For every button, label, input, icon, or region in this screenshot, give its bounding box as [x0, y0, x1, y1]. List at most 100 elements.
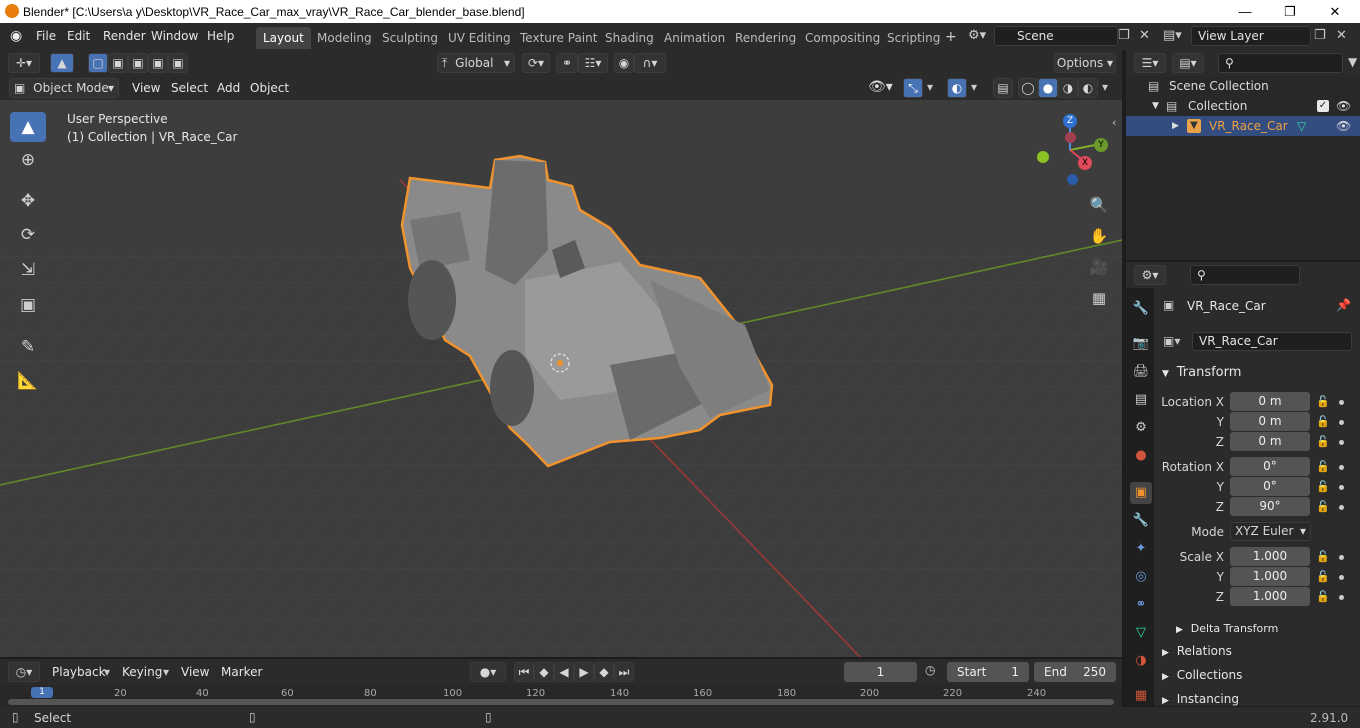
visibility-icon[interactable]: 👁▾ [868, 79, 893, 95]
gizmo-neg-z-icon[interactable] [1067, 174, 1078, 185]
rotation-z-field[interactable]: 90° [1230, 497, 1310, 516]
exclude-checkbox[interactable]: ✓ [1317, 100, 1329, 112]
scene-icon[interactable]: ⚙▾ [968, 28, 986, 43]
select-mode-subtract-icon[interactable]: ▣ [128, 53, 148, 73]
menu-timeline-view[interactable]: View [181, 665, 209, 679]
menu-edit[interactable]: Edit [67, 29, 90, 43]
transform-tool-icon[interactable]: ▣ [10, 290, 46, 320]
shading-dropdown-icon[interactable]: ▾ [1102, 80, 1108, 94]
particles-tab-icon[interactable]: ✦ [1130, 538, 1152, 560]
measure-tool-icon[interactable]: 📐 [10, 366, 46, 396]
properties-editor-type-icon[interactable]: ⚙▾ [1134, 265, 1166, 285]
view-layer-field[interactable]: View Layer [1191, 26, 1311, 46]
options-dropdown[interactable]: Options ▾ [1054, 53, 1116, 73]
3d-viewport[interactable]: User Perspective (1) Collection | VR_Rac… [0, 100, 1122, 657]
move-tool-icon[interactable]: ✥ [10, 186, 46, 216]
timeline-scrollbar[interactable] [8, 699, 1114, 705]
timeline-ruler[interactable]: 1 20 40 60 80 100 120 140 160 180 200 22… [0, 685, 1122, 707]
rotation-y-field[interactable]: 0° [1230, 477, 1310, 496]
outliner-row-vr-race-car[interactable]: ▶ ▼ VR_Race_Car ▽ 👁 [1126, 116, 1360, 136]
menu-file[interactable]: File [36, 29, 56, 43]
jump-end-icon[interactable]: ⏭ [614, 662, 634, 682]
gizmo-dropdown-icon[interactable]: ▾ [927, 80, 933, 94]
copy-view-layer-icon[interactable]: ❐ [1314, 28, 1326, 43]
overlay-dropdown-icon[interactable]: ▾ [971, 80, 977, 94]
remove-scene-icon[interactable]: ✕ [1139, 28, 1150, 43]
editor-type-icon[interactable]: ✛▾ [8, 53, 40, 73]
select-mode-invert-icon[interactable]: ▣ [148, 53, 168, 73]
view-layer-tab-icon[interactable]: ▤ [1130, 389, 1152, 411]
location-z-field[interactable]: 0 m [1230, 432, 1310, 451]
menu-view[interactable]: View [132, 81, 160, 95]
data-tab-icon[interactable]: ▽ [1130, 622, 1152, 644]
relations-panel-header[interactable]: ▶ Relations [1162, 644, 1232, 658]
eye-icon[interactable]: 👁 [1336, 116, 1351, 136]
auto-keying-icon[interactable]: ●▾ [470, 662, 506, 682]
tab-scripting[interactable]: Scripting [880, 27, 947, 49]
jump-start-icon[interactable]: ⏮ [514, 662, 534, 682]
scene-tab-icon[interactable]: ⚙ [1130, 417, 1152, 439]
scene-name-field[interactable]: Scene [994, 26, 1118, 46]
wireframe-shading-icon[interactable]: ◯ [1018, 78, 1038, 98]
lock-icon[interactable]: 🔓 [1316, 395, 1330, 408]
render-tab-icon[interactable]: 📷 [1130, 333, 1152, 355]
tool-tab-icon[interactable]: 🔧 [1130, 298, 1152, 320]
select-box-tool-icon[interactable]: ▲ [10, 112, 46, 142]
select-mode-extend-icon[interactable]: ▣ [108, 53, 128, 73]
keyframe-dot-icon[interactable] [1339, 575, 1344, 580]
rotation-x-field[interactable]: 0° [1230, 457, 1310, 476]
jump-keyframe-back-icon[interactable]: ◆ [534, 662, 554, 682]
annotate-tool-icon[interactable]: ✎ [10, 332, 46, 362]
gizmo-neg-y-icon[interactable] [1037, 151, 1049, 163]
keyframe-dot-icon[interactable] [1339, 555, 1344, 560]
outliner-row-collection[interactable]: ▼ ▤ Collection ✓ 👁 [1126, 96, 1360, 116]
material-tab-icon[interactable]: ◑ [1130, 650, 1152, 672]
tab-modeling[interactable]: Modeling [310, 27, 379, 49]
keyframe-dot-icon[interactable] [1339, 440, 1344, 445]
timeline-editor-type-icon[interactable]: ◷▾ [8, 662, 40, 682]
overlay-toggle-icon[interactable]: ◐ [947, 78, 967, 98]
menu-object[interactable]: Object [250, 81, 289, 95]
output-tab-icon[interactable]: 🖨 [1130, 361, 1152, 383]
blender-menu-icon[interactable]: ◉ [10, 28, 22, 44]
tab-uv-editing[interactable]: UV Editing [441, 27, 518, 49]
menu-window[interactable]: Window [151, 29, 198, 43]
navigation-gizmo[interactable]: Z Y X [1030, 112, 1110, 192]
proportional-falloff-icon[interactable]: ∩▾ [634, 53, 666, 73]
lock-icon[interactable]: 🔓 [1316, 480, 1330, 493]
object-name-field[interactable]: VR_Race_Car [1192, 332, 1352, 351]
gizmo-y-icon[interactable]: Y [1094, 138, 1108, 152]
keyframe-dot-icon[interactable] [1339, 505, 1344, 510]
remove-view-layer-icon[interactable]: ✕ [1336, 28, 1347, 43]
keyframe-dot-icon[interactable] [1339, 595, 1344, 600]
lock-icon[interactable]: 🔓 [1316, 590, 1330, 603]
pivot-point-icon[interactable]: ⟳▾ [522, 53, 550, 73]
scale-tool-icon[interactable]: ⇲ [10, 255, 46, 285]
properties-search-input[interactable]: ⚲ [1190, 265, 1300, 285]
physics-tab-icon[interactable]: ◎ [1130, 566, 1152, 588]
select-tool-icon[interactable]: ▲ [50, 53, 74, 73]
scale-y-field[interactable]: 1.000 [1230, 567, 1310, 586]
mode-dropdown[interactable]: ▣ Object Mode ▾ [9, 78, 119, 98]
keyframe-dot-icon[interactable] [1339, 400, 1344, 405]
object-tab-icon[interactable]: ▣ [1130, 482, 1152, 504]
play-reverse-icon[interactable]: ◀ [554, 662, 574, 682]
tab-sculpting[interactable]: Sculpting [375, 27, 445, 49]
lock-icon[interactable]: 🔓 [1316, 460, 1330, 473]
outliner-row-scene-collection[interactable]: ▤ Scene Collection [1126, 76, 1360, 96]
menu-help[interactable]: Help [207, 29, 234, 43]
object-data-icon[interactable]: ▣▾ [1163, 334, 1180, 348]
maximize-button[interactable]: ❐ [1267, 2, 1313, 21]
tab-layout[interactable]: Layout [256, 27, 311, 49]
menu-select[interactable]: Select [171, 81, 208, 95]
minimize-button[interactable]: — [1222, 2, 1268, 21]
lock-icon[interactable]: 🔓 [1316, 500, 1330, 513]
scale-z-field[interactable]: 1.000 [1230, 587, 1310, 606]
transform-orientation-dropdown[interactable]: ⤒ Global ▾ [437, 53, 515, 73]
use-preview-range-icon[interactable]: ◷ [925, 663, 935, 677]
constraints-tab-icon[interactable]: ⚭ [1130, 594, 1152, 616]
delta-transform-panel-header[interactable]: ▶ Delta Transform [1176, 621, 1278, 635]
menu-playback[interactable]: Playback [52, 665, 106, 679]
menu-keying[interactable]: Keying [122, 665, 162, 679]
solid-shading-icon[interactable]: ● [1038, 78, 1058, 98]
